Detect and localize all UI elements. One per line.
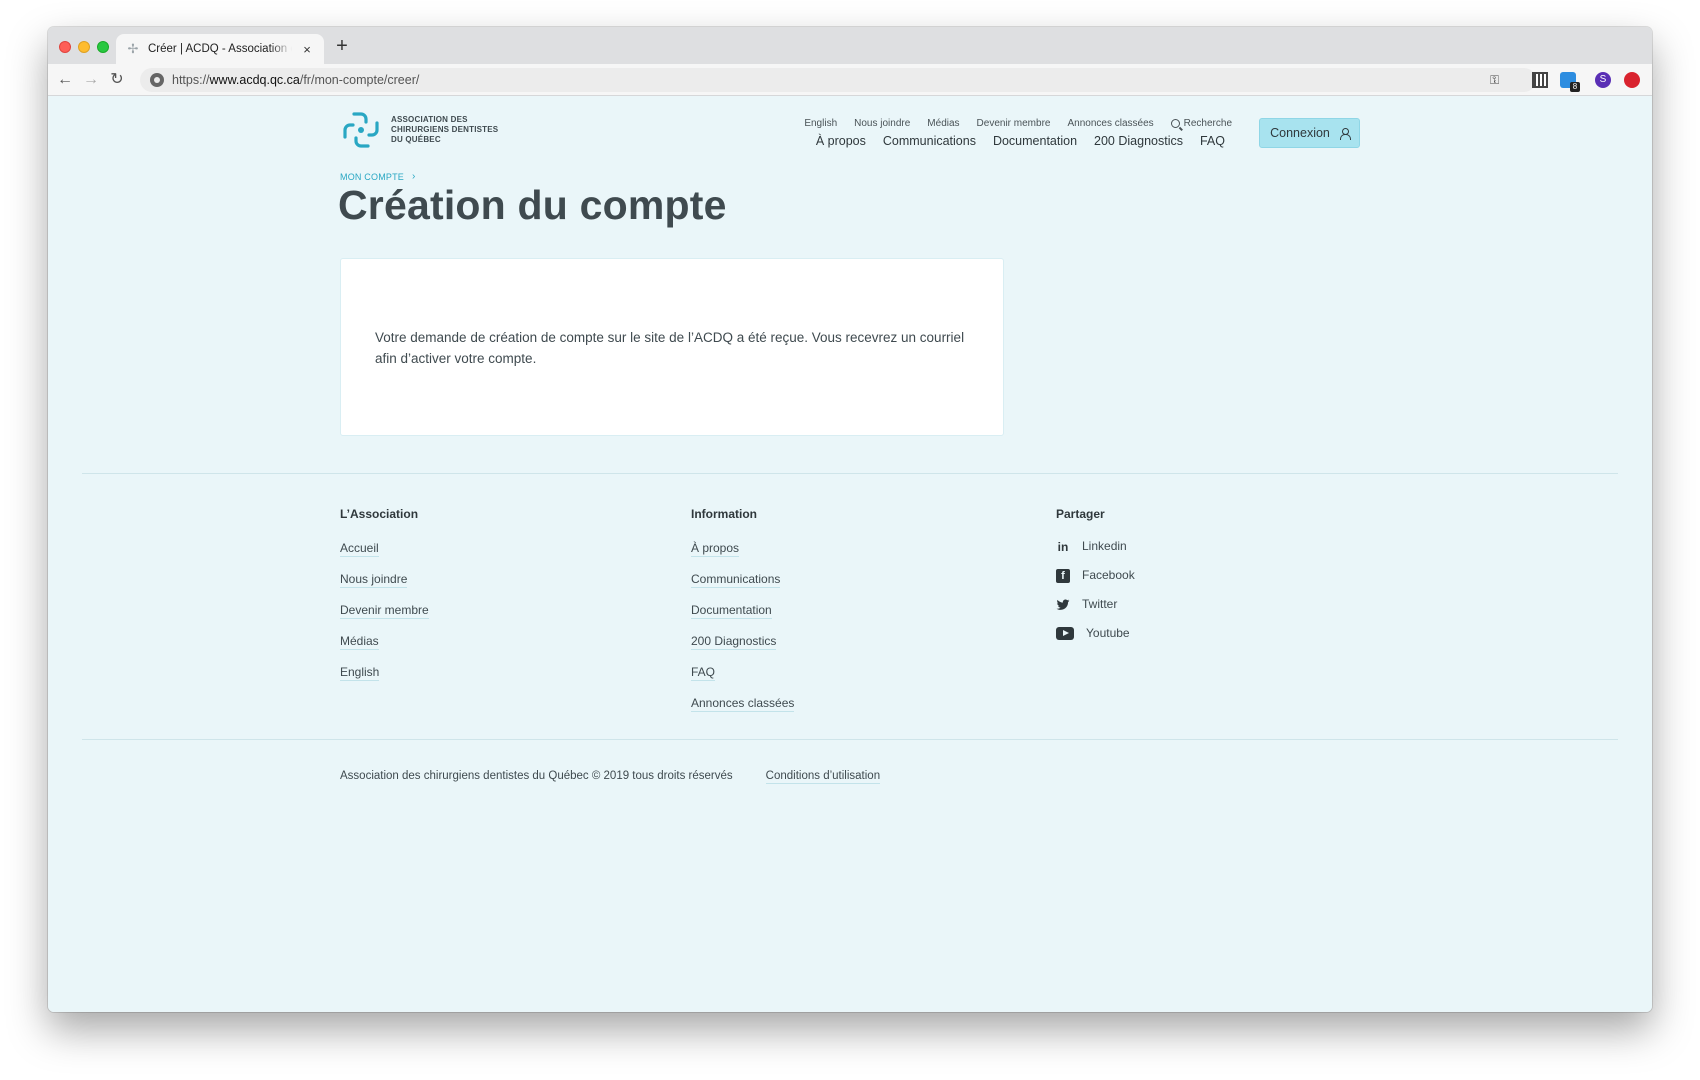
footer-heading-information: Information bbox=[691, 507, 757, 521]
twitter-icon bbox=[1056, 598, 1070, 610]
extension-badge: 8 bbox=[1570, 82, 1580, 92]
profile-avatar[interactable]: S bbox=[1595, 72, 1611, 88]
share-facebook[interactable]: f Facebook bbox=[1056, 568, 1135, 583]
web-page: ASSOCIATION DES CHIRURGIENS DENTISTES DU… bbox=[48, 97, 1652, 1012]
footer-bottom: Association des chirurgiens dentistes du… bbox=[340, 770, 881, 784]
nav-link-nous-joindre[interactable]: Nous joindre bbox=[854, 118, 910, 129]
address-bar[interactable]: https://www.acdq.qc.ca/fr/mon-compte/cre… bbox=[140, 68, 1536, 92]
footer-information: Information À propos Communications Docu… bbox=[691, 507, 795, 725]
footer-link-nous-joindre[interactable]: Nous joindre bbox=[340, 572, 408, 588]
minimize-window-button[interactable] bbox=[78, 41, 90, 53]
footer-link-devenir-membre[interactable]: Devenir membre bbox=[340, 603, 429, 619]
close-window-button[interactable] bbox=[59, 41, 71, 53]
browser-window: ✢ Créer | ACDQ - Association des chirurg… bbox=[48, 27, 1652, 1012]
footer-link-communications[interactable]: Communications bbox=[691, 572, 781, 588]
confirmation-message: Votre demande de création de compte sur … bbox=[375, 330, 965, 366]
footer-heading-partager: Partager bbox=[1056, 507, 1105, 521]
red-extension-icon[interactable] bbox=[1624, 72, 1640, 88]
footer-link-documentation[interactable]: Documentation bbox=[691, 603, 772, 619]
qr-extension-icon[interactable] bbox=[1532, 72, 1548, 88]
logo-wordmark: ASSOCIATION DES CHIRURGIENS DENTISTES DU… bbox=[391, 115, 498, 145]
youtube-icon bbox=[1056, 627, 1074, 640]
nav-link-medias[interactable]: Médias bbox=[927, 118, 959, 129]
browser-toolbar: ← → ↻ https://www.acdq.qc.ca/fr/mon-comp… bbox=[48, 64, 1652, 96]
footer-link-english[interactable]: English bbox=[340, 665, 380, 681]
footer-link-accueil[interactable]: Accueil bbox=[340, 541, 379, 557]
footer-divider-top bbox=[82, 473, 1618, 474]
tab-title: Créer | ACDQ - Association des chirurgie… bbox=[148, 43, 292, 55]
browser-tab[interactable]: ✢ Créer | ACDQ - Association des chirurg… bbox=[116, 34, 324, 64]
footer-link-a-propos[interactable]: À propos bbox=[691, 541, 740, 557]
search-link[interactable]: Recherche bbox=[1170, 118, 1232, 129]
footer-link-annonces-classees[interactable]: Annonces classées bbox=[691, 696, 795, 712]
facebook-icon: f bbox=[1056, 568, 1070, 583]
nav-link-devenir-membre[interactable]: Devenir membre bbox=[977, 118, 1051, 129]
nav-link-english[interactable]: English bbox=[804, 118, 837, 129]
site-info-icon[interactable] bbox=[150, 73, 164, 87]
nav-link-documentation[interactable]: Documentation bbox=[993, 134, 1077, 148]
chevron-right-icon: › bbox=[412, 171, 416, 182]
terms-link[interactable]: Conditions d’utilisation bbox=[765, 770, 881, 784]
share-youtube[interactable]: Youtube bbox=[1056, 626, 1135, 641]
footer-link-200-diagnostics[interactable]: 200 Diagnostics bbox=[691, 634, 777, 650]
confirmation-card: Votre demande de création de compte sur … bbox=[340, 258, 1004, 436]
acdq-logo-mark-icon bbox=[343, 112, 379, 148]
linkedin-icon: in bbox=[1057, 539, 1069, 554]
nav-link-a-propos[interactable]: À propos bbox=[816, 134, 866, 148]
logo-line-1: ASSOCIATION DES bbox=[391, 115, 468, 124]
search-label: Recherche bbox=[1183, 118, 1232, 129]
tab-bar: ✢ Créer | ACDQ - Association des chirurg… bbox=[48, 27, 1652, 64]
search-icon bbox=[1170, 119, 1180, 128]
reload-icon[interactable]: ↻ bbox=[107, 70, 127, 90]
login-label: Connexion bbox=[1270, 126, 1330, 140]
share-twitter-label[interactable]: Twitter bbox=[1082, 597, 1117, 612]
logo-line-2: CHIRURGIENS DENTISTES bbox=[391, 125, 499, 134]
share-linkedin[interactable]: in Linkedin bbox=[1056, 539, 1135, 554]
footer-share: Partager in Linkedin f Facebook Twitter … bbox=[1056, 507, 1135, 655]
password-key-icon[interactable]: ⚿ bbox=[1490, 72, 1506, 88]
nav-link-annonces[interactable]: Annonces classées bbox=[1067, 118, 1153, 129]
share-linkedin-label[interactable]: Linkedin bbox=[1082, 539, 1127, 554]
share-twitter[interactable]: Twitter bbox=[1056, 597, 1135, 612]
main-nav: À propos Communications Documentation 20… bbox=[816, 134, 1225, 148]
nav-link-communications[interactable]: Communications bbox=[883, 134, 976, 148]
extension-icon[interactable]: 8 bbox=[1560, 72, 1580, 92]
footer-link-faq[interactable]: FAQ bbox=[691, 665, 716, 681]
footer-association: L’Association Accueil Nous joindre Deven… bbox=[340, 507, 429, 694]
breadcrumb-mon-compte[interactable]: MON COMPTE bbox=[340, 172, 404, 182]
new-tab-button[interactable]: + bbox=[332, 36, 352, 56]
forward-arrow-icon[interactable]: → bbox=[81, 70, 101, 90]
acdq-logo[interactable]: ASSOCIATION DES CHIRURGIENS DENTISTES DU… bbox=[340, 109, 498, 151]
nav-link-200-diagnostics[interactable]: 200 Diagnostics bbox=[1094, 134, 1183, 148]
maximize-window-button[interactable] bbox=[97, 41, 109, 53]
footer-link-medias[interactable]: Médias bbox=[340, 634, 379, 650]
copyright-text: Association des chirurgiens dentistes du… bbox=[340, 770, 733, 782]
share-facebook-label[interactable]: Facebook bbox=[1082, 568, 1135, 583]
nav-link-faq[interactable]: FAQ bbox=[1200, 134, 1225, 148]
footer-heading-association: L’Association bbox=[340, 507, 419, 521]
share-youtube-label[interactable]: Youtube bbox=[1086, 626, 1130, 641]
back-arrow-icon[interactable]: ← bbox=[55, 70, 75, 90]
site-favicon-icon: ✢ bbox=[127, 41, 139, 56]
logo-line-3: DU QUÉBEC bbox=[391, 135, 441, 144]
breadcrumb: MON COMPTE › bbox=[340, 171, 416, 182]
page-title: Création du compte bbox=[338, 182, 727, 228]
footer-divider-bottom bbox=[82, 739, 1618, 740]
tab-close-icon[interactable]: × bbox=[300, 42, 314, 57]
user-icon bbox=[1339, 127, 1351, 140]
secondary-nav: English Nous joindre Médias Devenir memb… bbox=[804, 118, 1232, 129]
login-button[interactable]: Connexion bbox=[1259, 118, 1360, 148]
url-text: https://www.acdq.qc.ca/fr/mon-compte/cre… bbox=[172, 73, 420, 87]
